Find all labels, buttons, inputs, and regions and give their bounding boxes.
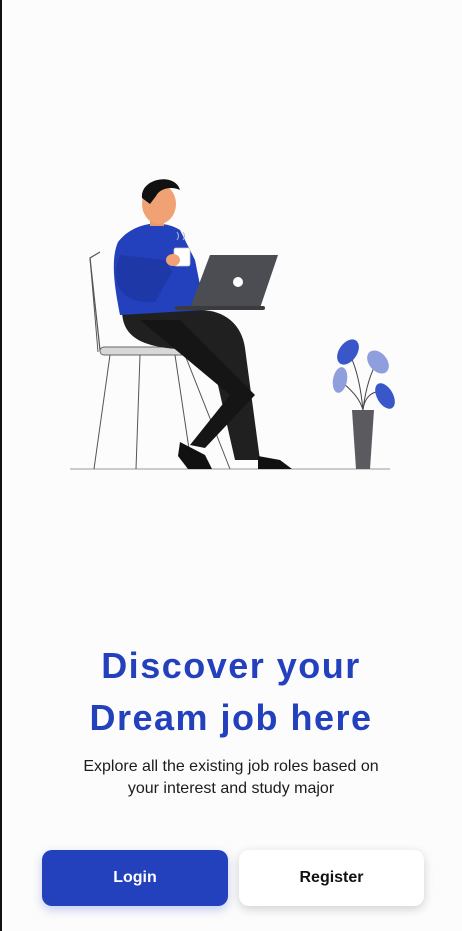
subtitle-line-1: Explore all the existing job roles based… xyxy=(83,758,379,775)
onboarding-screen: Discover your Dream job here Explore all… xyxy=(0,0,462,931)
title-line-2: Dream job here xyxy=(89,697,373,738)
register-button[interactable]: Register xyxy=(239,850,424,906)
title-line-1: Discover your xyxy=(101,645,361,686)
login-button-label: Login xyxy=(113,869,157,886)
page-subtitle: Explore all the existing job roles based… xyxy=(40,756,422,800)
screen-edge xyxy=(0,0,2,931)
subtitle-line-2: your interest and study major xyxy=(127,780,335,797)
login-button[interactable]: Login xyxy=(42,850,228,906)
register-button-label: Register xyxy=(299,869,364,886)
person-with-laptop-illustration xyxy=(70,179,395,470)
page-title: Discover your Dream job here xyxy=(0,640,462,744)
